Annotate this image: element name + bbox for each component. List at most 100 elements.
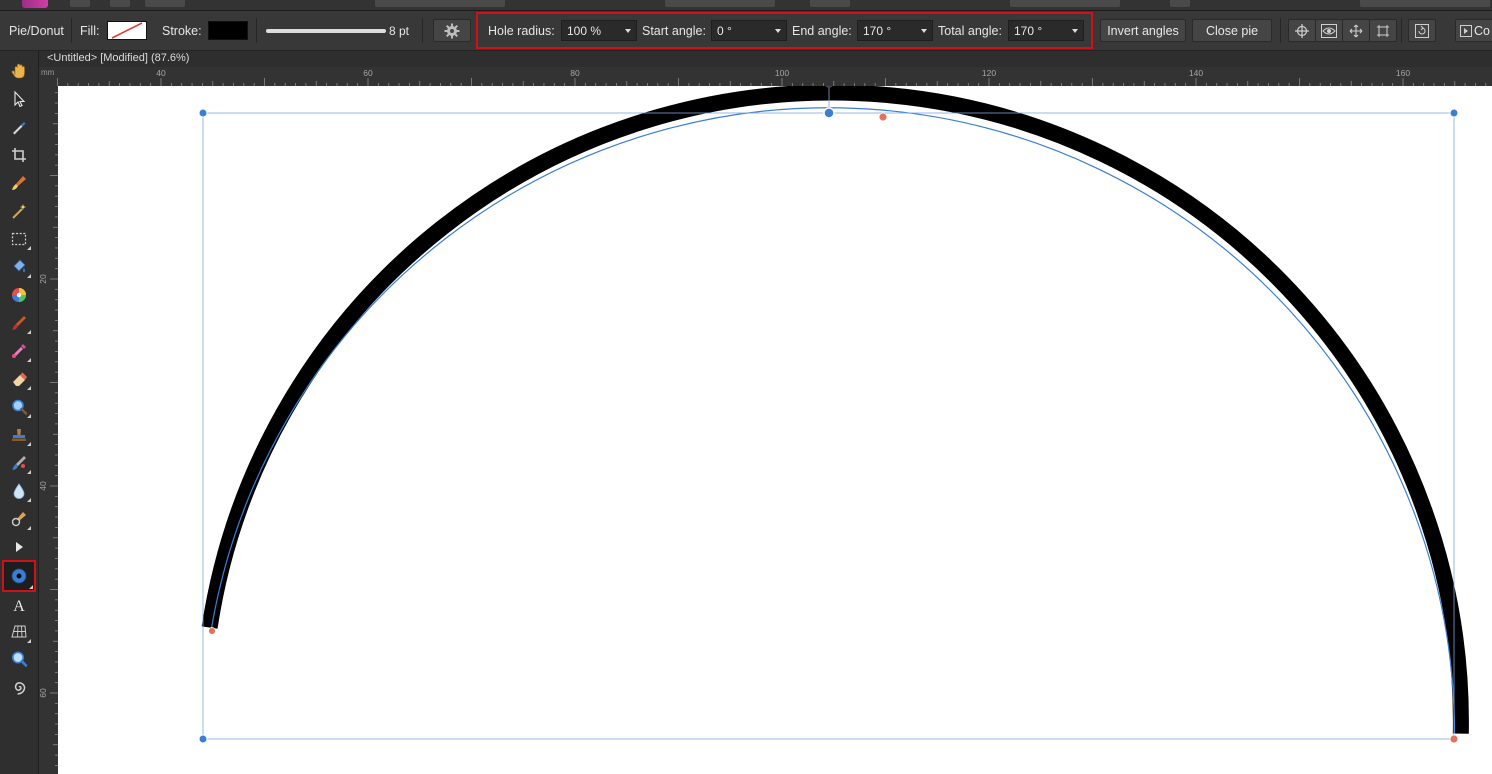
donut-icon (11, 568, 27, 584)
gradient-tool[interactable] (6, 283, 32, 307)
view-mode-button[interactable] (1315, 19, 1343, 42)
hole-radius-dropdown[interactable]: 100 % (561, 20, 637, 41)
flyout-indicator (27, 274, 31, 278)
transform-origin-button[interactable] (1342, 19, 1370, 42)
main-toolbar-button[interactable] (110, 0, 130, 7)
move-tool[interactable] (6, 87, 32, 111)
context-toolbar: Pie/Donut Fill: Stroke: 8 pt Hole radius… (0, 11, 1492, 51)
chevron-down-icon (1072, 29, 1078, 33)
canvas-drawing (58, 86, 1492, 774)
water-drop-icon (13, 483, 25, 499)
ruler-label: 160 (1396, 68, 1410, 78)
bounding-box-icon (1377, 24, 1389, 37)
separator (422, 18, 423, 43)
main-toolbar-button[interactable] (70, 0, 90, 7)
ruler-label: 80 (570, 68, 580, 78)
canvas[interactable] (58, 86, 1492, 774)
zoom-tool[interactable] (6, 647, 32, 671)
tool-name-label: Pie/Donut (9, 23, 64, 38)
stroke-swatch[interactable] (208, 21, 248, 40)
dotted-rect-icon (11, 232, 27, 246)
main-toolbar-button[interactable] (375, 0, 505, 7)
end-angle-dropdown[interactable]: 170 ° (857, 20, 933, 41)
flyout-indicator (29, 585, 33, 589)
mesh-warp-tool[interactable] (6, 620, 32, 644)
main-toolbar-button[interactable] (145, 0, 185, 7)
start-angle-value: 0 ° (717, 23, 732, 38)
fill-swatch[interactable] (107, 21, 147, 40)
crop-tool[interactable] (6, 143, 32, 167)
play-arrow-icon (16, 542, 23, 552)
marquee-tool[interactable] (6, 227, 32, 251)
resize-handle-top-right[interactable] (1449, 108, 1459, 118)
hole-radius-label: Hole radius: (488, 23, 555, 38)
stroke-width-value: 8 pt (389, 23, 410, 38)
start-angle-dropdown[interactable]: 0 ° (711, 20, 787, 41)
magic-wand-icon (12, 204, 26, 219)
settings-button[interactable] (433, 19, 471, 42)
ruler-label: 60 (39, 688, 48, 698)
flyout-indicator (27, 330, 31, 334)
spiral-tool[interactable] (6, 675, 32, 699)
invert-angles-button[interactable]: Invert angles (1100, 19, 1186, 42)
move-icon (1349, 24, 1363, 37)
crosshair-icon (1295, 23, 1309, 38)
flyout-indicator (27, 386, 31, 390)
main-toolbar-button[interactable] (810, 0, 850, 7)
ruler-vertical-ticks: 20 40 60 (38, 92, 58, 766)
start-angle-label: Start angle: (642, 23, 706, 38)
color-picker-tool[interactable] (6, 339, 32, 363)
ruler-label: 40 (156, 68, 166, 78)
document-tab[interactable]: <Untitled> [Modified] (87.6%) (47, 51, 189, 66)
snapping-button[interactable] (1288, 19, 1316, 42)
resize-handle-bottom-left[interactable] (198, 734, 208, 744)
total-angle-label: Total angle: (938, 23, 1002, 38)
magnifier-icon (12, 399, 28, 415)
separator (1280, 18, 1281, 43)
eye-icon (1321, 23, 1337, 38)
end-angle-handle[interactable] (1449, 734, 1459, 744)
selection-brush-tool[interactable] (6, 199, 32, 223)
pie-donut-tool[interactable] (2, 560, 36, 592)
brush-icon (12, 316, 26, 330)
erase-tool[interactable] (6, 367, 32, 391)
stroke-width-slider[interactable] (266, 29, 386, 33)
hand-icon (11, 63, 25, 79)
clone-tool[interactable] (6, 423, 32, 447)
bounding-box-button[interactable] (1369, 19, 1397, 42)
paint-brush-tool[interactable] (6, 311, 32, 335)
flyout-indicator (27, 246, 31, 250)
rotate-button[interactable] (1408, 19, 1436, 42)
flood-fill-tool[interactable] (6, 255, 32, 279)
main-toolbar-button[interactable] (1360, 0, 1490, 7)
dodge-tool[interactable] (6, 507, 32, 531)
dodge-icon (11, 512, 26, 527)
zoom-lens-tool[interactable] (6, 395, 32, 419)
view-tool[interactable] (6, 59, 32, 83)
node-tool[interactable] (6, 115, 32, 139)
stroke-label: Stroke: (162, 23, 202, 38)
main-toolbar-button[interactable] (1010, 0, 1120, 7)
ruler-horizontal[interactable]: 40 60 80 100 120 140 160 (39, 67, 1492, 87)
main-toolbar-button[interactable] (1170, 0, 1190, 7)
resize-handle-top-center[interactable] (823, 107, 835, 119)
hole-radius-handle[interactable] (878, 112, 888, 122)
color-wheel-icon (12, 288, 26, 302)
main-toolbar-button[interactable] (665, 0, 775, 7)
separator (256, 18, 257, 43)
document-tab-bar: <Untitled> [Modified] (87.6%) (39, 51, 1492, 67)
total-angle-value: 170 ° (1014, 23, 1043, 38)
vector-tool[interactable] (6, 535, 32, 559)
close-pie-button[interactable]: Close pie (1192, 19, 1272, 42)
tools-panel: A (0, 51, 39, 774)
ruler-vertical[interactable]: 20 40 60 (38, 86, 59, 774)
chevron-down-icon (775, 29, 781, 33)
resize-handle-top-left[interactable] (198, 108, 208, 118)
retouch-tool[interactable] (6, 451, 32, 475)
start-angle-handle[interactable] (208, 627, 216, 635)
brush-tool[interactable] (6, 171, 32, 195)
blur-tool[interactable] (6, 479, 32, 503)
partial-toolbar-button[interactable]: Co (1455, 19, 1492, 42)
artistic-text-tool[interactable]: A (6, 593, 32, 617)
total-angle-dropdown[interactable]: 170 ° (1008, 20, 1084, 41)
